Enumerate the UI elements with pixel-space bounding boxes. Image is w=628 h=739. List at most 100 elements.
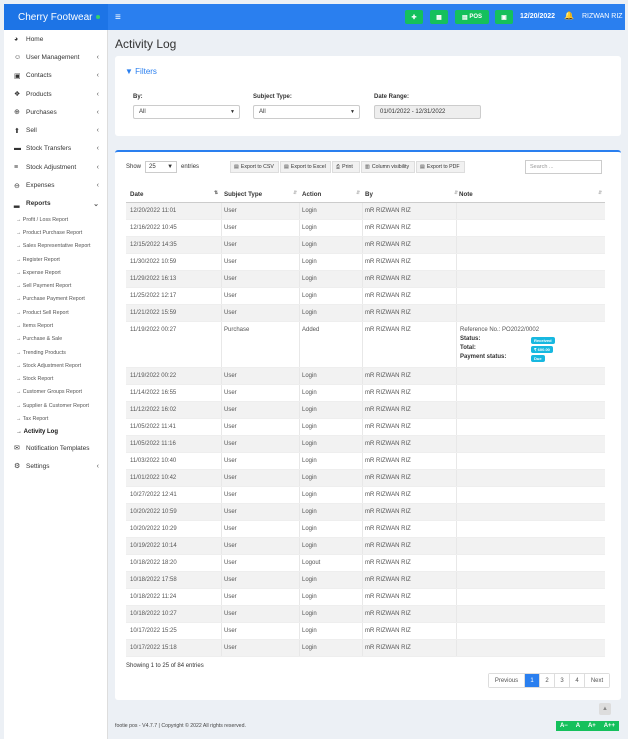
cell-date: 10/18/2022 11:24 bbox=[130, 594, 177, 600]
sidebar-item-label: Stock Transfers bbox=[26, 145, 72, 153]
next-page-button[interactable]: Next bbox=[585, 674, 609, 687]
report-link-supplier-customer-report[interactable]: → Supplier & Customer Report bbox=[4, 399, 107, 412]
column-header-by[interactable]: By bbox=[365, 191, 373, 198]
cell-by: mR RIZWAN RIZ bbox=[365, 594, 411, 600]
columns-icon: ▥ bbox=[365, 164, 370, 170]
add-icon[interactable]: ✚ bbox=[405, 10, 423, 24]
sidebar-item-sell[interactable]: ⬆ Sell ‹ bbox=[4, 121, 107, 139]
column-divider bbox=[221, 419, 222, 435]
calculator-icon[interactable]: ▦ bbox=[430, 10, 448, 24]
cell-date: 11/19/2022 00:27 bbox=[130, 327, 177, 333]
pos-button[interactable]: ▤ POS bbox=[455, 10, 489, 24]
column-divider bbox=[299, 203, 300, 219]
sidebar-item-products[interactable]: ❖ Products ‹ bbox=[4, 85, 107, 103]
cell-date: 11/12/2022 16:02 bbox=[130, 407, 177, 413]
report-link-trending-products[interactable]: → Trending Products bbox=[4, 346, 107, 359]
money-icon[interactable]: ▣ bbox=[495, 10, 513, 24]
date-range-input[interactable]: 01/01/2022 - 12/31/2022 bbox=[374, 105, 481, 119]
column-divider bbox=[299, 288, 300, 304]
sort-icon[interactable]: ⇵ bbox=[598, 190, 602, 196]
status-badge: Received bbox=[531, 337, 555, 344]
cell-subject-type: User bbox=[224, 242, 237, 248]
font-size-control[interactable]: A− bbox=[560, 723, 568, 729]
column-divider bbox=[456, 640, 457, 656]
columns-button[interactable]: ▥ Column visibility bbox=[361, 161, 415, 173]
page-button-4[interactable]: 4 bbox=[570, 674, 585, 687]
column-header-subject-type[interactable]: Subject Type bbox=[224, 191, 262, 198]
sidebar-item-stock-adjustment[interactable]: ≡ Stock Adjustment ‹ bbox=[4, 158, 107, 176]
cell-subject-type: User bbox=[224, 560, 237, 566]
previous-page-button[interactable]: Previous bbox=[489, 674, 525, 687]
cell-subject-type: User bbox=[224, 475, 237, 481]
filters-heading[interactable]: ▼ Filters bbox=[125, 67, 157, 76]
font-size-control[interactable]: A+ bbox=[588, 723, 596, 729]
report-link-tax-report[interactable]: → Tax Report bbox=[4, 412, 107, 425]
user-menu[interactable]: RIZWAN RIZ bbox=[582, 13, 623, 20]
report-link-purchase-sale[interactable]: → Purchase & Sale bbox=[4, 333, 107, 346]
report-link-register-report[interactable]: → Register Report bbox=[4, 253, 107, 266]
table-row: 10/18/2022 10:27 User Login mR RIZWAN RIZ bbox=[126, 606, 605, 623]
column-header-date[interactable]: Date bbox=[130, 191, 143, 198]
font-size-control[interactable]: A bbox=[576, 723, 580, 729]
sort-icon[interactable]: ⇵ bbox=[293, 190, 297, 196]
print-button[interactable]: ⎙ Print bbox=[332, 161, 360, 173]
sidebar-item-user-management[interactable]: ☺ User Management ‹ bbox=[4, 48, 107, 66]
sidebar-item-home[interactable]: ◕ Home bbox=[4, 30, 107, 48]
sidebar-item-reports[interactable]: ▂ Reports ⌄ bbox=[4, 195, 107, 213]
report-link-product-sell-report[interactable]: → Product Sell Report bbox=[4, 306, 107, 319]
report-link-stock-adjustment-report[interactable]: → Stock Adjustment Report bbox=[4, 359, 107, 372]
report-link-label: Product Sell Report bbox=[22, 309, 69, 316]
search-input[interactable]: Search ... bbox=[525, 160, 602, 174]
report-link-stock-report[interactable]: → Stock Report bbox=[4, 373, 107, 386]
sort-icon[interactable]: ⇵ bbox=[356, 190, 360, 196]
cell-by: mR RIZWAN RIZ bbox=[365, 492, 411, 498]
sort-icon[interactable]: ⇅ bbox=[214, 190, 218, 196]
cell-action: Login bbox=[302, 594, 317, 600]
bell-icon[interactable]: 🔔 bbox=[564, 11, 574, 20]
column-divider bbox=[362, 572, 363, 588]
report-link-purchase-payment-report[interactable]: → Purchase Payment Report bbox=[4, 293, 107, 306]
column-divider bbox=[299, 271, 300, 287]
sidebar-item-stock-transfers[interactable]: ▬ Stock Transfers ‹ bbox=[4, 140, 107, 158]
note-reference: Reference No.: PO2022/0002 bbox=[460, 327, 540, 333]
cell-action: Login bbox=[302, 259, 317, 265]
page-button-2[interactable]: 2 bbox=[540, 674, 555, 687]
cell-action: Login bbox=[302, 475, 317, 481]
column-header-action[interactable]: Action bbox=[302, 191, 321, 198]
chevron-left-icon: ‹ bbox=[96, 127, 99, 135]
report-link-expense-report[interactable]: → Expense Report bbox=[4, 266, 107, 279]
report-link-sell-payment-report[interactable]: → Sell Payment Report bbox=[4, 279, 107, 292]
file-csv-button[interactable]: ▤ Export to CSV bbox=[230, 161, 279, 173]
report-link-items-report[interactable]: → Items Report bbox=[4, 319, 107, 332]
scroll-up-icon[interactable]: ▲ bbox=[599, 703, 611, 715]
subject-type-select[interactable]: All ▼ bbox=[253, 105, 360, 119]
page-button-1[interactable]: 1 bbox=[525, 674, 540, 687]
column-divider bbox=[221, 271, 222, 287]
sidebar-item-expenses[interactable]: ⊖ Expenses ‹ bbox=[4, 176, 107, 194]
brand-bar[interactable]: Cherry Footwear bbox=[4, 4, 108, 30]
sidebar-item-contacts[interactable]: ▣ Contacts ‹ bbox=[4, 67, 107, 85]
column-divider bbox=[362, 453, 363, 469]
file-excel-button[interactable]: ▤ Export to Excel bbox=[280, 161, 331, 173]
sidebar-item-notification-templates[interactable]: ✉ Notification Templates bbox=[4, 439, 107, 457]
report-link-activity-log[interactable]: → Activity Log bbox=[4, 426, 107, 439]
report-link-sales-representative-report[interactable]: → Sales Representative Report bbox=[4, 240, 107, 253]
font-size-control[interactable]: A++ bbox=[604, 723, 615, 729]
by-select[interactable]: All ▼ bbox=[133, 105, 240, 119]
report-link-profit-loss-report[interactable]: → Profit / Loss Report bbox=[4, 213, 107, 226]
sidebar-item-settings[interactable]: ⚙ Settings ‹ bbox=[4, 457, 107, 475]
column-divider bbox=[221, 555, 222, 571]
report-link-product-purchase-report[interactable]: → Product Purchase Report bbox=[4, 226, 107, 239]
sort-icon[interactable]: ⇵ bbox=[454, 190, 458, 196]
filters-heading-label: Filters bbox=[135, 67, 157, 76]
sidebar-item-purchases[interactable]: ⊕ Purchases ‹ bbox=[4, 103, 107, 121]
hamburger-icon[interactable]: ≡ bbox=[115, 12, 121, 23]
file-pdf-button[interactable]: ▤ Export to PDF bbox=[416, 161, 465, 173]
sidebar-item-label: Products bbox=[26, 90, 52, 98]
column-header-note[interactable]: Note bbox=[459, 191, 473, 198]
page-length-select[interactable]: 25 ▼ bbox=[145, 161, 178, 173]
table-row: 12/20/2022 11:01 User Login mR RIZWAN RIZ bbox=[126, 203, 605, 220]
report-link-customer-groups-report[interactable]: → Customer Groups Report bbox=[4, 386, 107, 399]
cell-action: Login bbox=[302, 225, 317, 231]
page-button-3[interactable]: 3 bbox=[555, 674, 570, 687]
